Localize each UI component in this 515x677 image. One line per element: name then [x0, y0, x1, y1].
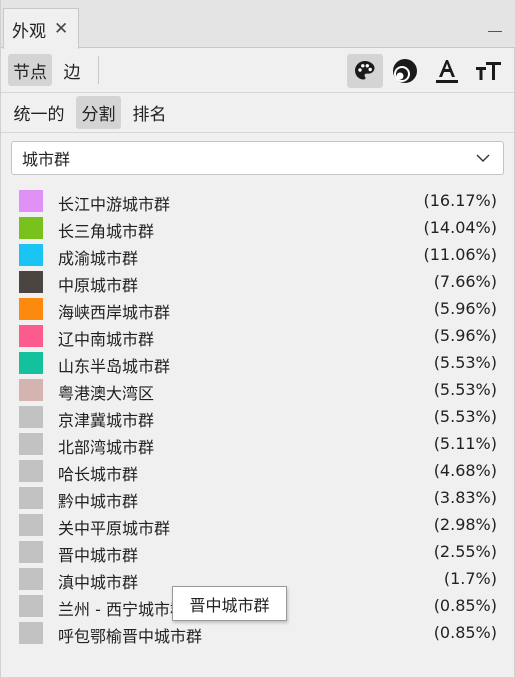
partition-label: 成渝城市群 [58, 249, 139, 268]
color-swatch[interactable] [19, 298, 43, 320]
list-item[interactable]: 黔中城市群 (3.83%) [1, 485, 515, 512]
element-toolbar: 节点 边 [1, 48, 515, 93]
tab-partition[interactable]: 分割 [76, 96, 121, 129]
partition-percent: (5.53%) [433, 353, 497, 372]
color-swatch[interactable] [19, 406, 43, 428]
partition-label: 呼包鄂榆晋中城市群 [58, 627, 203, 646]
partition-label: 长江中游城市群 [58, 195, 171, 214]
tab-ranking[interactable]: 排名 [127, 96, 172, 129]
partition-label: 黔中城市群 [58, 492, 139, 511]
list-item[interactable]: 京津冀城市群 (5.53%) [1, 404, 515, 431]
attribute-select[interactable]: 城市群 [11, 141, 504, 175]
partition-label: 粤港澳大湾区 [58, 384, 155, 403]
list-item[interactable]: 粤港澳大湾区 (5.53%) [1, 377, 515, 404]
color-swatch[interactable] [19, 325, 43, 347]
list-item[interactable]: 山东半岛城市群 (5.53%) [1, 350, 515, 377]
toolbar-divider [98, 56, 99, 84]
color-swatch[interactable] [19, 271, 43, 293]
color-swatch[interactable] [19, 568, 43, 590]
close-icon[interactable]: ✕ [54, 19, 68, 39]
color-swatch[interactable] [19, 433, 43, 455]
minimize-icon[interactable] [488, 18, 502, 32]
color-swatch[interactable] [19, 190, 43, 212]
list-item[interactable]: 长三角城市群 (14.04%) [1, 215, 515, 242]
partition-percent: (3.83%) [433, 488, 497, 507]
partition-label: 哈长城市群 [58, 465, 139, 484]
partition-percent: (5.96%) [433, 299, 497, 318]
list-item[interactable]: 长江中游城市群 (16.17%) [1, 188, 515, 215]
partition-percent: (7.66%) [433, 272, 497, 291]
list-item[interactable]: 海峡西岸城市群 (5.96%) [1, 296, 515, 323]
appearance-panel: 外观 ✕ 节点 边 统一的 分割 排名 城市群 长江中游城市群 (16.17%)… [0, 0, 515, 677]
partition-percent: (5.11%) [433, 434, 497, 453]
partition-label: 中原城市群 [58, 276, 139, 295]
partition-percent: (11.06%) [423, 245, 498, 264]
partition-label: 辽中南城市群 [58, 330, 155, 349]
color-swatch[interactable] [19, 379, 43, 401]
chevron-down-icon [476, 154, 490, 162]
color-swatch[interactable] [19, 595, 43, 617]
appearance-tab[interactable]: 外观 ✕ [3, 8, 79, 49]
color-swatch[interactable] [19, 622, 43, 644]
palette-icon[interactable] [347, 54, 383, 88]
color-swatch[interactable] [19, 514, 43, 536]
tab-unique[interactable]: 统一的 [8, 96, 70, 129]
partition-label: 关中平原城市群 [58, 519, 171, 538]
partition-percent: (2.55%) [433, 542, 497, 561]
list-item[interactable]: 晋中城市群 (2.55%) [1, 539, 515, 566]
list-item[interactable]: 辽中南城市群 (5.96%) [1, 323, 515, 350]
partition-percent: (0.85%) [433, 596, 497, 615]
list-item[interactable]: 中原城市群 (7.66%) [1, 269, 515, 296]
label-color-icon[interactable] [429, 54, 465, 88]
color-swatch[interactable] [19, 352, 43, 374]
partition-percent: (5.53%) [433, 407, 497, 426]
partition-label: 兰州 - 西宁城市群 [58, 600, 186, 619]
partition-label: 京津冀城市群 [58, 411, 155, 430]
color-swatch[interactable] [19, 217, 43, 239]
partition-percent: (5.96%) [433, 326, 497, 345]
partition-percent: (16.17%) [423, 191, 498, 210]
list-item[interactable]: 呼包鄂榆晋中城市群 (0.85%) [1, 620, 515, 647]
partition-percent: (0.85%) [433, 623, 497, 642]
color-swatch[interactable] [19, 487, 43, 509]
tab-title: 外观 [12, 21, 46, 42]
partition-label: 滇中城市群 [58, 573, 139, 592]
size-icon[interactable] [387, 54, 423, 88]
tooltip: 晋中城市群 [172, 586, 287, 621]
partition-label: 长三角城市群 [58, 222, 155, 241]
mode-tabs: 统一的 分割 排名 [1, 93, 515, 133]
partition-label: 海峡西岸城市群 [58, 303, 171, 322]
attribute-select-value: 城市群 [22, 150, 71, 169]
partition-percent: (2.98%) [433, 515, 497, 534]
color-swatch[interactable] [19, 460, 43, 482]
partition-percent: (14.04%) [423, 218, 498, 237]
color-swatch[interactable] [19, 541, 43, 563]
list-item[interactable]: 关中平原城市群 (2.98%) [1, 512, 515, 539]
list-item[interactable]: 北部湾城市群 (5.11%) [1, 431, 515, 458]
edges-button[interactable]: 边 [57, 54, 87, 86]
partition-label: 北部湾城市群 [58, 438, 155, 457]
list-item[interactable]: 哈长城市群 (4.68%) [1, 458, 515, 485]
partition-label: 晋中城市群 [58, 546, 139, 565]
color-swatch[interactable] [19, 244, 43, 266]
partition-label: 山东半岛城市群 [58, 357, 171, 376]
nodes-button[interactable]: 节点 [8, 54, 52, 86]
label-size-icon[interactable] [471, 54, 507, 88]
partition-percent: (5.53%) [433, 380, 497, 399]
partition-percent: (1.7%) [443, 569, 497, 588]
partition-percent: (4.68%) [433, 461, 497, 480]
panel-titlebar: 外观 ✕ [1, 0, 515, 49]
list-item[interactable]: 成渝城市群 (11.06%) [1, 242, 515, 269]
